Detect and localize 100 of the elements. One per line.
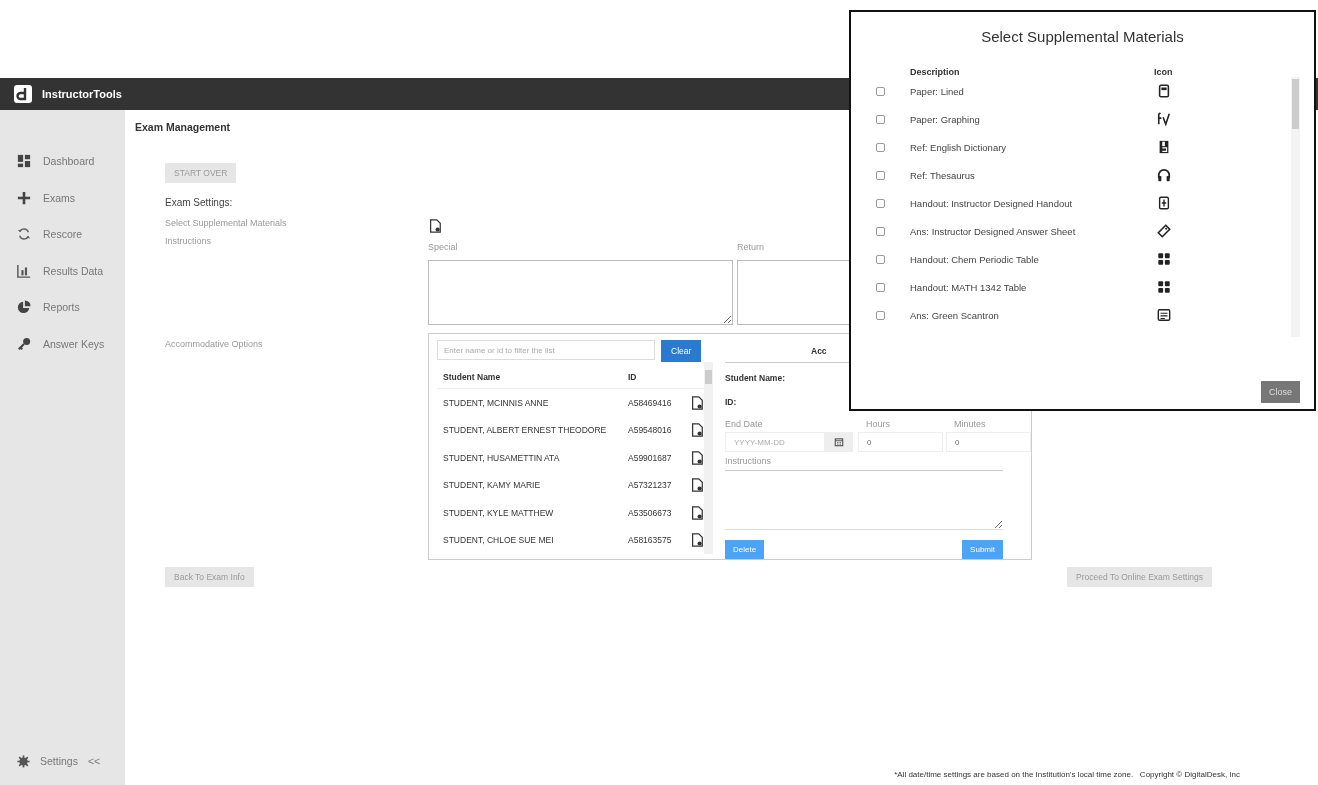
material-description: Ans: Green Scantron	[910, 309, 1000, 321]
document-icon	[428, 218, 442, 234]
column-header: Student Name	[442, 372, 502, 382]
sidebar-item[interactable]: Results Data	[0, 252, 125, 289]
checkbox[interactable]	[876, 254, 885, 264]
plus-icon	[17, 190, 31, 205]
checkbox[interactable]	[876, 142, 885, 152]
checkbox[interactable]	[876, 226, 885, 236]
table-cell-text: A59548016	[628, 425, 673, 436]
table-cell-text: A57321237	[628, 480, 673, 491]
table-cell-text: A59901687	[628, 452, 673, 463]
scrollbar[interactable]	[1291, 77, 1300, 337]
dashboard-icon	[17, 154, 31, 169]
clear-button[interactable]: Clear	[661, 340, 702, 362]
back-button[interactable]: Back To Exam Info	[165, 567, 254, 587]
document-button[interactable]	[690, 532, 704, 549]
field-label: ID:	[725, 397, 738, 407]
minutes-field[interactable]: 0	[946, 432, 1031, 452]
app-name: InstructorTools	[42, 88, 122, 100]
submit-button[interactable]: Submit	[962, 540, 1003, 559]
table-cell-text: STUDENT, HUSAMETTIN ATA	[442, 452, 561, 463]
material-description: Ref: English Dictionary	[910, 141, 1008, 153]
table-cell-text: STUDENT, KYLE MATTHEW	[442, 507, 555, 518]
column-header: Icon	[1154, 67, 1173, 77]
material-description: Paper: Lined	[910, 85, 965, 97]
handout-icon	[1157, 196, 1171, 210]
settings-label[interactable]: Settings	[40, 755, 78, 767]
checkbox[interactable]	[876, 310, 885, 320]
checkbox[interactable]	[876, 114, 885, 124]
field-label: Hours	[865, 419, 891, 429]
checkbox[interactable]	[876, 198, 885, 208]
field-label: Select Supplemental Materials	[165, 218, 288, 230]
delete-button[interactable]: Delete	[725, 540, 765, 559]
function-icon	[1157, 112, 1171, 126]
table-cell-text: STUDENT, KAMY MARIE	[442, 480, 542, 491]
document-icon	[690, 477, 704, 494]
column-header: Description	[910, 67, 961, 77]
table-cell-text: A53506673	[628, 507, 673, 518]
material-description: Paper: Graphing	[910, 113, 981, 125]
document-button[interactable]	[690, 477, 704, 494]
document-button[interactable]	[690, 394, 704, 411]
form-title: Acc	[811, 346, 827, 356]
grid-icon	[1157, 280, 1171, 294]
start-over-button[interactable]: START OVER	[165, 163, 237, 183]
pie-chart-icon	[17, 300, 31, 315]
document-icon	[690, 422, 704, 439]
calendar-icon	[834, 437, 844, 447]
gear-icon	[17, 754, 30, 768]
document-button[interactable]	[690, 449, 704, 466]
refresh-icon	[17, 227, 31, 242]
dialog-title: Select Supplemental Materials	[980, 28, 1185, 45]
material-description: Ref: Thesaurus	[910, 169, 976, 181]
proceed-button[interactable]: Proceed To Online Exam Settings	[1067, 567, 1212, 587]
grid-icon	[1157, 252, 1171, 266]
material-description: Handout: Instructor Designed Handout	[910, 197, 1074, 209]
material-description: Ans: Instructor Designed Answer Sheet	[910, 225, 1077, 237]
field-label: Minutes	[953, 419, 987, 429]
document-icon	[690, 504, 704, 521]
checkbox[interactable]	[876, 170, 885, 180]
field-label: Accommodative Options	[165, 339, 264, 351]
hours-field[interactable]: 0	[858, 432, 943, 452]
document-button[interactable]	[690, 422, 704, 439]
sidebar-item[interactable]: Dashboard	[0, 143, 125, 180]
table-cell-text: STUDENT, MCINNIS ANNE	[442, 397, 550, 408]
field-label: End Date	[725, 419, 764, 429]
key-icon	[17, 336, 31, 351]
checkbox[interactable]	[876, 86, 885, 96]
sidebar-item[interactable]: Answer Keys	[0, 325, 125, 362]
filter-field[interactable]: Enter name or id to filter the list	[437, 340, 655, 360]
footer-text: *All date/time settings are based on the Institution's local time zone. Copyright © DigitalDesk, Inc	[894, 770, 1240, 779]
column-header: ID	[628, 372, 638, 382]
document-icon	[690, 394, 704, 411]
sidebar-item[interactable]: Exams	[0, 179, 125, 216]
document-icon	[690, 449, 704, 466]
document-button[interactable]	[690, 504, 704, 521]
collapse-button[interactable]: <<	[87, 755, 101, 767]
book-icon	[1157, 140, 1171, 154]
date-field[interactable]: YYYY-MM-DD	[725, 432, 825, 452]
section-title: Exam Settings:	[165, 197, 233, 208]
form-icon	[1157, 308, 1171, 322]
close-button[interactable]: Close	[1261, 381, 1300, 403]
tag-icon	[1157, 224, 1171, 238]
field-label: Instructions	[725, 456, 773, 466]
checkbox[interactable]	[876, 282, 885, 292]
bar-chart-icon	[17, 263, 31, 278]
field-label: Special	[428, 242, 459, 252]
calendar-button[interactable]	[825, 432, 853, 452]
scrollbar[interactable]	[704, 362, 713, 554]
field-label: Instructions	[165, 236, 213, 248]
special-instructions-field[interactable]	[428, 260, 733, 325]
table-cell-text: STUDENT, ALBERT ERNEST THEODORE	[442, 425, 608, 436]
table-cell-text: STUDENT, CHLOE SUE MEI	[442, 535, 555, 546]
material-description: Handout: MATH 1342 Table	[910, 281, 1028, 293]
table-cell-text: A58469416	[628, 397, 673, 408]
material-description: Handout: Chem Periodic Table	[910, 253, 1040, 265]
field-label: Return	[737, 242, 765, 252]
sidebar-item[interactable]: Rescore	[0, 216, 125, 253]
sidebar-item[interactable]: Reports	[0, 289, 125, 326]
table-cell-text: A58163575	[628, 535, 673, 546]
logo-icon	[14, 85, 32, 103]
